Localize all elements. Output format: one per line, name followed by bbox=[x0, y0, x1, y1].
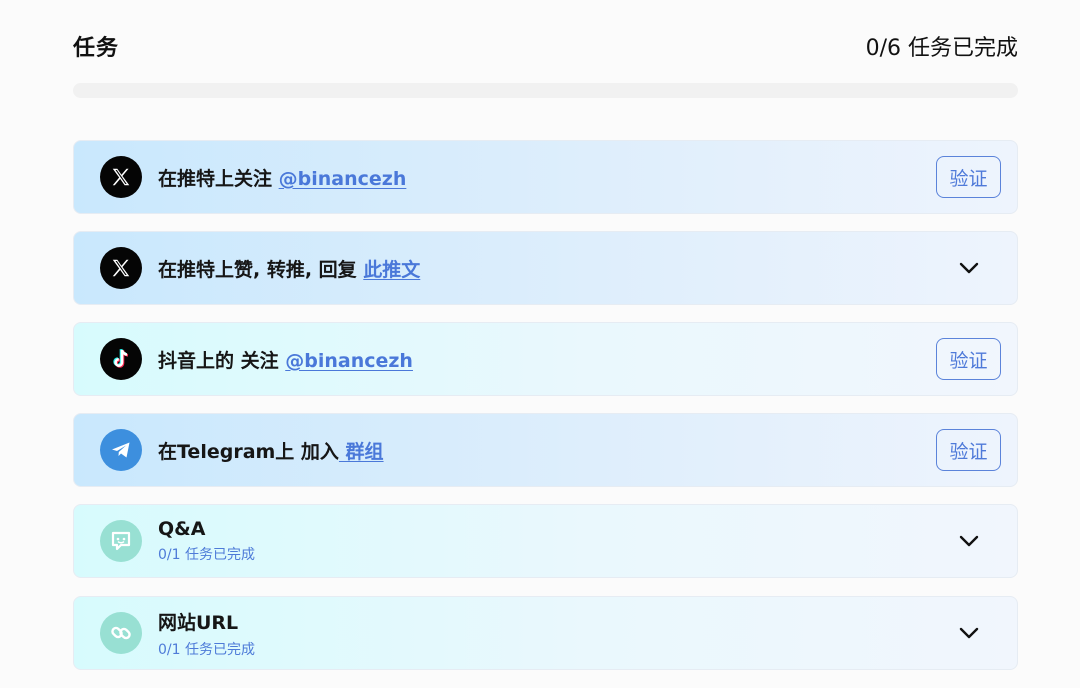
task-join-telegram: 在Telegram上 加入 群组 验证 bbox=[73, 413, 1018, 487]
task-website-url[interactable]: 网站URL 0/1 任务已完成 bbox=[73, 596, 1018, 670]
verify-button[interactable]: 验证 bbox=[936, 429, 1001, 471]
task-body: Q&A 0/1 任务已完成 bbox=[158, 518, 936, 564]
task-link-binancezh[interactable]: @binancezh bbox=[279, 168, 407, 190]
task-body: 在推特上关注 @binancezh bbox=[158, 164, 936, 191]
task-body: 抖音上的 关注 @binancezh bbox=[158, 346, 936, 373]
task-title: Q&A bbox=[158, 518, 206, 540]
task-body: 网站URL 0/1 任务已完成 bbox=[158, 608, 936, 659]
verify-button[interactable]: 验证 bbox=[936, 338, 1001, 380]
tiktok-logo-icon bbox=[100, 338, 142, 380]
task-title-text: 抖音上的 关注 bbox=[158, 349, 286, 372]
task-follow-tiktok: 抖音上的 关注 @binancezh 验证 bbox=[73, 322, 1018, 396]
chevron-down-icon[interactable] bbox=[936, 520, 1001, 562]
task-title: 在推特上关注 @binancezh bbox=[158, 164, 936, 191]
task-title: 网站URL bbox=[158, 611, 239, 634]
chevron-down-icon[interactable] bbox=[936, 612, 1001, 654]
task-link-group[interactable]: 群组 bbox=[339, 441, 384, 463]
task-progress-text: 0/1 任务已完成 bbox=[158, 641, 255, 658]
task-title-text: 在推特上关注 bbox=[158, 167, 279, 190]
tasks-page: 任务 0/6 任务已完成 在推特上关注 @binancezh 验证 在推特上赞,… bbox=[0, 0, 1080, 688]
page-title: 任务 bbox=[73, 36, 120, 61]
task-follow-twitter: 在推特上关注 @binancezh 验证 bbox=[73, 140, 1018, 214]
task-link-tweet[interactable]: 此推文 bbox=[363, 259, 420, 281]
task-title-text: 在Telegram上 加入 bbox=[158, 440, 339, 463]
x-logo-icon bbox=[100, 247, 142, 289]
task-link-binancezh[interactable]: @binancezh bbox=[285, 350, 413, 372]
progress-bar bbox=[73, 83, 1018, 98]
tasks-progress-text: 0/6 任务已完成 bbox=[865, 36, 1018, 61]
task-like-retweet-reply[interactable]: 在推特上赞, 转推, 回复 此推文 bbox=[73, 231, 1018, 305]
task-qa[interactable]: Q&A 0/1 任务已完成 bbox=[73, 504, 1018, 578]
task-title: 在推特上赞, 转推, 回复 此推文 bbox=[158, 255, 936, 282]
telegram-logo-icon bbox=[100, 429, 142, 471]
task-title: 在Telegram上 加入 群组 bbox=[158, 437, 936, 464]
chat-bubble-icon bbox=[100, 520, 142, 562]
tasks-header: 任务 0/6 任务已完成 bbox=[73, 30, 1018, 62]
task-title-text: 在推特上赞, 转推, 回复 bbox=[158, 258, 364, 281]
chevron-down-icon[interactable] bbox=[936, 247, 1001, 289]
task-title: 抖音上的 关注 @binancezh bbox=[158, 346, 936, 373]
link-icon bbox=[100, 612, 142, 654]
task-progress-text: 0/1 任务已完成 bbox=[158, 547, 255, 563]
task-body: 在Telegram上 加入 群组 bbox=[158, 437, 936, 464]
x-logo-icon bbox=[100, 156, 142, 198]
verify-button[interactable]: 验证 bbox=[936, 156, 1001, 198]
task-body: 在推特上赞, 转推, 回复 此推文 bbox=[158, 255, 936, 282]
